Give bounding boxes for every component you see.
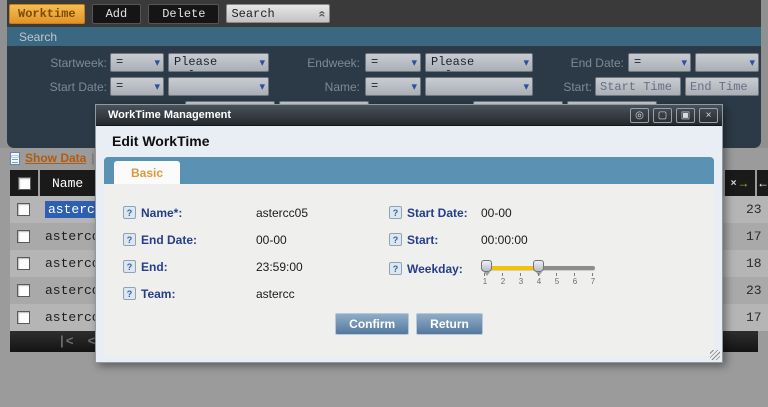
search-collapse-select[interactable]: Search « (226, 4, 330, 23)
end-date-field-label: End Date: (141, 233, 197, 247)
tick-label: 1 (479, 274, 491, 283)
row-checkbox[interactable] (17, 284, 30, 297)
maximize-icon[interactable]: ▣ (676, 108, 695, 123)
row-right-value: 17 (746, 229, 768, 244)
row-right-value: 18 (746, 256, 768, 271)
shade-icon[interactable]: ◎ (630, 108, 649, 123)
start-date-label: Start Date: (35, 80, 107, 94)
tick-label: 2 (497, 274, 509, 283)
name-value-select[interactable] (425, 77, 533, 96)
end-field-value: 23:59:00 (256, 260, 303, 274)
tick-label: 3 (515, 274, 527, 283)
weekday-field-label: Weekday: (407, 262, 463, 276)
help-icon[interactable]: ? (123, 206, 136, 219)
endweek-label: Endweek: (295, 56, 360, 70)
team-field-label: Team: (141, 287, 175, 301)
show-data-link[interactable]: Show Data (25, 151, 86, 165)
weekday-range-slider: 1 2 3 4 5 6 7 (481, 260, 601, 290)
help-icon[interactable]: ? (389, 233, 402, 246)
start-time-label: Start: (550, 80, 592, 94)
slider-ticks: 1 2 3 4 5 6 7 (481, 274, 601, 290)
help-icon[interactable]: ? (389, 262, 402, 275)
dialog-resize-handle[interactable] (710, 350, 720, 360)
name-field-label: Name*: (141, 206, 182, 220)
startweek-operator-select[interactable]: = (110, 53, 164, 72)
slider-handle-from[interactable] (481, 260, 492, 272)
endweek-value-select[interactable]: Please Select (425, 53, 533, 72)
dialog-titlebar[interactable]: WorkTime Management ◎ ▢ ▣ × (96, 105, 722, 126)
worktime-dialog: WorkTime Management ◎ ▢ ▣ × Edit WorkTim… (95, 104, 723, 363)
top-toolbar: Worktime Add Delete Search « (7, 0, 761, 27)
tab-basic[interactable]: Basic (114, 161, 180, 184)
team-field-value: astercc (256, 287, 295, 301)
row-checkbox[interactable] (17, 257, 30, 270)
dialog-buttons: Confirm Return (96, 313, 722, 335)
start-date-field-label: Start Date: (407, 206, 468, 220)
freeze-x-icon: × (731, 178, 737, 189)
select-all-checkbox[interactable] (18, 177, 31, 190)
end-field-label: End: (141, 260, 168, 274)
endweek-operator-select[interactable]: = (365, 53, 421, 72)
first-page-button[interactable]: |< (58, 334, 74, 349)
arrow-right-icon: → (737, 176, 749, 190)
return-button[interactable]: Return (416, 313, 483, 335)
help-icon[interactable]: ? (123, 260, 136, 273)
tick-label: 7 (587, 274, 599, 283)
row-right-value: 17 (746, 310, 768, 325)
end-date-label: End Date: (550, 56, 624, 70)
close-icon[interactable]: × (699, 108, 718, 123)
tick-label: 5 (551, 274, 563, 283)
dialog-heading: Edit WorkTime (112, 133, 210, 149)
search-panel-header: Search (7, 27, 761, 46)
startweek-value-select[interactable]: Please Select (168, 53, 269, 72)
start-field-value: 00:00:00 (481, 233, 528, 247)
arrow-left-icon: ← (757, 176, 768, 190)
scroll-right-column-header[interactable]: × → (725, 170, 755, 196)
scroll-left-column-header[interactable]: ← (757, 170, 768, 196)
start-field-label: Start: (407, 233, 438, 247)
row-checkbox[interactable] (17, 230, 30, 243)
slider-handle-to[interactable] (533, 260, 544, 272)
end-date-field-value: 00-00 (256, 233, 287, 247)
startweek-label: Startweek: (35, 56, 107, 70)
start-date-value-select[interactable] (168, 77, 269, 96)
end-date-value-select[interactable] (695, 53, 759, 72)
help-icon[interactable]: ? (123, 287, 136, 300)
start-time-to-input[interactable]: End Time (685, 77, 759, 96)
tick-label: 4 (533, 274, 545, 283)
tick-label: 6 (569, 274, 581, 283)
start-date-field-value: 00-00 (481, 206, 512, 220)
show-data-icon (10, 152, 20, 165)
row-right-value: 23 (746, 202, 768, 217)
select-all-cell (10, 170, 38, 196)
delete-button[interactable]: Delete (148, 4, 219, 24)
help-icon[interactable]: ? (389, 206, 402, 219)
worktime-module-button[interactable]: Worktime (9, 4, 85, 24)
collapse-chevron-icon: « (315, 10, 329, 17)
slider-selected-range (484, 266, 540, 270)
restore-icon[interactable]: ▢ (653, 108, 672, 123)
search-select-label: Search (231, 7, 274, 21)
row-right-value: 23 (746, 283, 768, 298)
confirm-button[interactable]: Confirm (335, 313, 409, 335)
dialog-window-controls: ◎ ▢ ▣ × (630, 108, 718, 123)
start-date-operator-select[interactable]: = (110, 77, 164, 96)
dialog-tabbar: Basic (104, 157, 714, 184)
add-button[interactable]: Add (92, 4, 142, 24)
row-checkbox[interactable] (17, 311, 30, 324)
name-operator-select[interactable]: = (365, 77, 421, 96)
dialog-title: WorkTime Management (108, 109, 231, 121)
separator: | (91, 151, 94, 165)
name-filter-label: Name: (295, 80, 360, 94)
name-field-value: astercc05 (256, 206, 308, 220)
start-time-from-input[interactable]: Start Time (595, 77, 681, 96)
end-date-operator-select[interactable]: = (628, 53, 691, 72)
row-checkbox[interactable] (17, 203, 30, 216)
help-icon[interactable]: ? (123, 233, 136, 246)
